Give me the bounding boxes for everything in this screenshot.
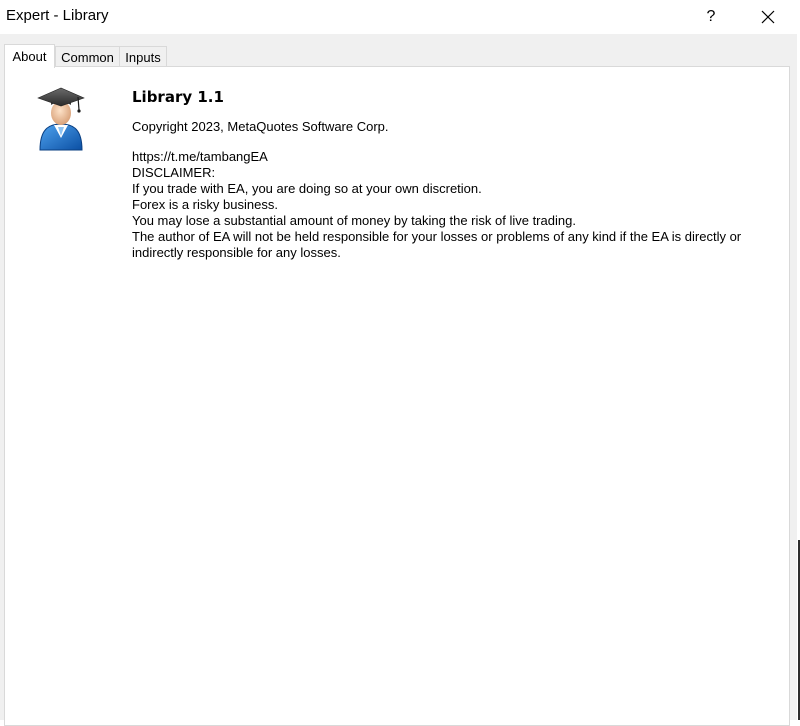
description-line: The author of EA will not be held respon…: [132, 229, 742, 260]
window-title: Expert - Library: [6, 7, 109, 24]
help-button[interactable]: ?: [688, 0, 734, 34]
close-button[interactable]: [745, 0, 791, 34]
description-line: You may lose a substantial amount of mon…: [132, 213, 576, 228]
expert-graduate-icon: [37, 87, 85, 151]
expert-properties-window: Expert - Library ? About Common Inputs L…: [0, 0, 797, 726]
tab-about[interactable]: About: [4, 44, 55, 68]
description-line: Forex is a risky business.: [132, 197, 278, 212]
program-name: Library 1.1: [132, 88, 224, 106]
close-icon: [761, 10, 775, 24]
about-content: Library 1.1 Copyright 2023, MetaQuotes S…: [132, 88, 772, 261]
description-line: If you trade with EA, you are doing so a…: [132, 181, 482, 196]
tab-inputs[interactable]: Inputs: [119, 46, 167, 67]
tab-about-label: About: [12, 49, 47, 64]
description-line: DISCLAIMER:: [132, 165, 216, 180]
copyright-text: Copyright 2023, MetaQuotes Software Corp…: [132, 119, 389, 134]
help-icon: ?: [706, 8, 716, 25]
tab-inputs-label: Inputs: [125, 49, 161, 65]
description-block: https://t.me/tambangEA DISCLAIMER: If yo…: [132, 149, 772, 261]
title-bar[interactable]: Expert - Library ?: [0, 0, 797, 34]
tab-common[interactable]: Common: [55, 46, 120, 67]
description-link: https://t.me/tambangEA: [132, 149, 268, 164]
tab-common-label: Common: [61, 49, 114, 65]
